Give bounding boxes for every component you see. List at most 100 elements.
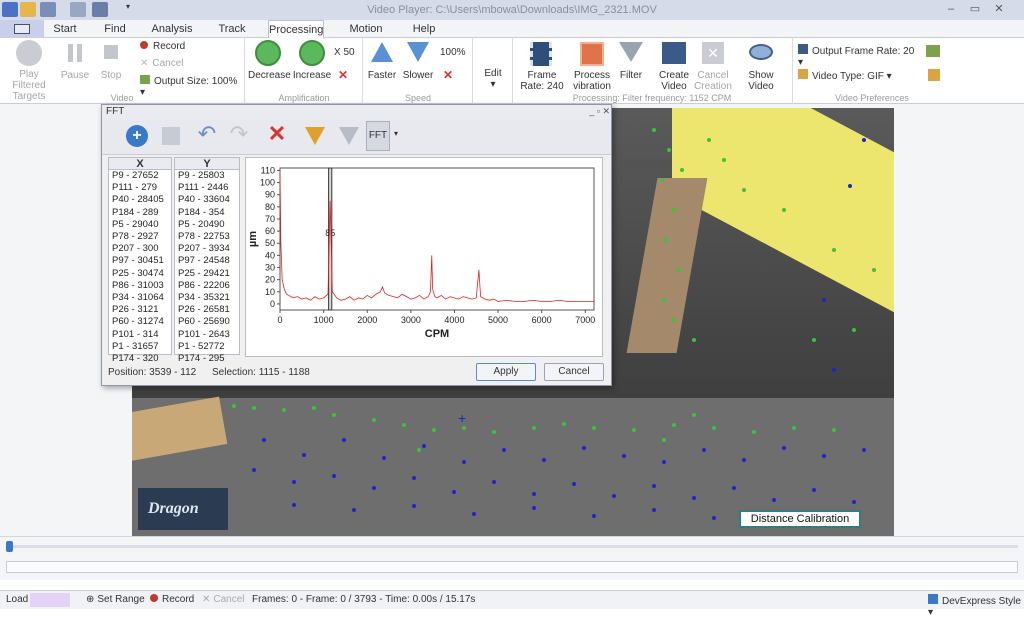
fft-dropdown-icon[interactable]: ▾ <box>394 129 398 138</box>
blue-target-marker[interactable] <box>822 298 826 302</box>
green-target-marker[interactable] <box>782 208 786 212</box>
blue-target-marker[interactable] <box>652 484 656 488</box>
undo-icon[interactable]: ↶ <box>192 121 222 151</box>
blue-target-marker[interactable] <box>262 438 266 442</box>
play-filtered-targets-button[interactable]: Play Filtered Targets <box>2 40 56 102</box>
list-item[interactable]: P86 - 31003 <box>109 280 171 292</box>
tab-help[interactable]: Help <box>408 20 440 38</box>
tab-motion-detection[interactable]: Motion Detection <box>328 20 404 53</box>
close-icon[interactable]: ✕ <box>992 3 1006 15</box>
filter-button[interactable]: Filter <box>616 40 646 92</box>
green-target-marker[interactable] <box>282 408 286 412</box>
record-button[interactable]: Record <box>140 41 210 52</box>
edit-dropdown[interactable]: Edit ▾ <box>480 68 506 90</box>
select-tool-button[interactable] <box>156 121 186 151</box>
green-target-marker[interactable] <box>677 268 681 272</box>
timeline-track[interactable] <box>6 545 1018 548</box>
list-item[interactable]: P207 - 3934 <box>175 243 239 255</box>
list-item[interactable]: P1 - 52772 <box>175 341 239 353</box>
blue-target-marker[interactable] <box>462 460 466 464</box>
blue-target-marker[interactable] <box>662 460 666 464</box>
list-item[interactable]: P60 - 31274 <box>109 316 171 328</box>
green-target-marker[interactable] <box>707 138 711 142</box>
stop-button[interactable]: Stop <box>94 40 128 92</box>
blue-target-marker[interactable] <box>382 456 386 460</box>
list-item[interactable]: P26 - 26581 <box>175 304 239 316</box>
blue-target-marker[interactable] <box>292 480 296 484</box>
show-video-button[interactable]: Show Video <box>736 40 786 92</box>
range-bar[interactable] <box>6 561 1018 573</box>
fft-chart-panel[interactable]: 0 10 20 30 40 50 60 70 80 90 100 110 0 1000 2000 3000 40… <box>245 157 603 357</box>
green-target-marker[interactable] <box>660 178 664 182</box>
list-item[interactable]: P26 - 3121 <box>109 304 171 316</box>
process-vibration-button[interactable]: Process vibration <box>572 40 612 92</box>
blue-target-marker[interactable] <box>732 486 736 490</box>
green-target-marker[interactable] <box>562 422 566 426</box>
green-target-marker[interactable] <box>462 426 466 430</box>
blue-target-marker[interactable] <box>742 458 746 462</box>
tab-processing[interactable]: Processing <box>268 20 324 39</box>
blue-target-marker[interactable] <box>572 482 576 486</box>
green-target-marker[interactable] <box>592 426 596 430</box>
create-video-button[interactable]: Create Video <box>658 40 690 92</box>
green-target-marker[interactable] <box>832 248 836 252</box>
blue-target-marker[interactable] <box>532 506 536 510</box>
increase-button[interactable]: Increase <box>292 40 332 92</box>
list-item[interactable]: P78 - 22753 <box>175 231 239 243</box>
blue-target-marker[interactable] <box>372 486 376 490</box>
list-item[interactable]: P97 - 24548 <box>175 255 239 267</box>
blue-target-marker[interactable] <box>702 448 706 452</box>
blue-target-marker[interactable] <box>502 448 506 452</box>
green-target-marker[interactable] <box>232 404 236 408</box>
decrease-button[interactable]: Decrease <box>248 40 291 92</box>
delete-icon[interactable]: ✕ <box>262 121 292 151</box>
list-item[interactable]: P9 - 25803 <box>175 170 239 182</box>
filter-clear-button[interactable] <box>334 121 364 151</box>
list-item[interactable]: P5 - 29040 <box>109 219 171 231</box>
green-target-marker[interactable] <box>712 426 716 430</box>
blue-target-marker[interactable] <box>622 454 626 458</box>
blue-target-marker[interactable] <box>848 184 852 188</box>
green-target-marker[interactable] <box>667 148 671 152</box>
timeline-handle[interactable] <box>6 541 13 552</box>
set-range-button[interactable]: ⊕ Set Range <box>86 594 145 605</box>
green-target-marker[interactable] <box>680 168 684 172</box>
green-target-marker[interactable] <box>312 406 316 410</box>
green-target-marker[interactable] <box>252 406 256 410</box>
list-item[interactable]: P101 - 314 <box>109 329 171 341</box>
blue-target-marker[interactable] <box>822 454 826 458</box>
filter-button[interactable] <box>300 121 330 151</box>
list-item[interactable]: P184 - 354 <box>175 207 239 219</box>
file-menu-button[interactable] <box>0 20 44 38</box>
x-list[interactable]: X P9 - 27652 P111 - 279 P40 - 28405 P184 - … <box>108 157 172 364</box>
blue-target-marker[interactable] <box>342 438 346 442</box>
green-target-marker[interactable] <box>832 428 836 432</box>
green-target-marker[interactable] <box>632 428 636 432</box>
list-item[interactable]: P60 - 25690 <box>175 316 239 328</box>
tab-track-targets[interactable]: Track Targets <box>200 20 264 53</box>
y-list[interactable]: Y P9 - 25803 P111 - 2446 P40 - 33604 P184 -… <box>174 157 240 364</box>
status-cancel-button[interactable]: ✕ Cancel <box>202 594 245 605</box>
minimize-icon[interactable]: – <box>944 3 958 15</box>
blue-target-marker[interactable] <box>712 516 716 520</box>
blue-target-marker[interactable] <box>292 503 296 507</box>
apply-button[interactable]: Apply <box>476 363 536 381</box>
export-icon[interactable] <box>926 45 940 57</box>
green-target-marker[interactable] <box>402 423 406 427</box>
blue-target-marker[interactable] <box>492 480 496 484</box>
frame-rate-dropdown[interactable]: Frame Rate: 240 <box>516 40 568 92</box>
green-target-marker[interactable] <box>332 413 336 417</box>
green-target-marker[interactable] <box>852 328 856 332</box>
list-item[interactable]: P101 - 2643 <box>175 329 239 341</box>
green-target-marker[interactable] <box>792 426 796 430</box>
green-target-marker[interactable] <box>652 128 656 132</box>
list-item[interactable]: P40 - 33604 <box>175 194 239 206</box>
video-type-dropdown[interactable]: Video Type: GIF ▾ <box>798 69 916 82</box>
blue-target-marker[interactable] <box>332 474 336 478</box>
blue-target-marker[interactable] <box>772 498 776 502</box>
blue-target-marker[interactable] <box>422 444 426 448</box>
green-target-marker[interactable] <box>812 338 816 342</box>
list-item[interactable]: P174 - 320 <box>109 353 171 365</box>
add-button[interactable]: + <box>122 121 152 151</box>
list-item[interactable]: P25 - 30474 <box>109 268 171 280</box>
